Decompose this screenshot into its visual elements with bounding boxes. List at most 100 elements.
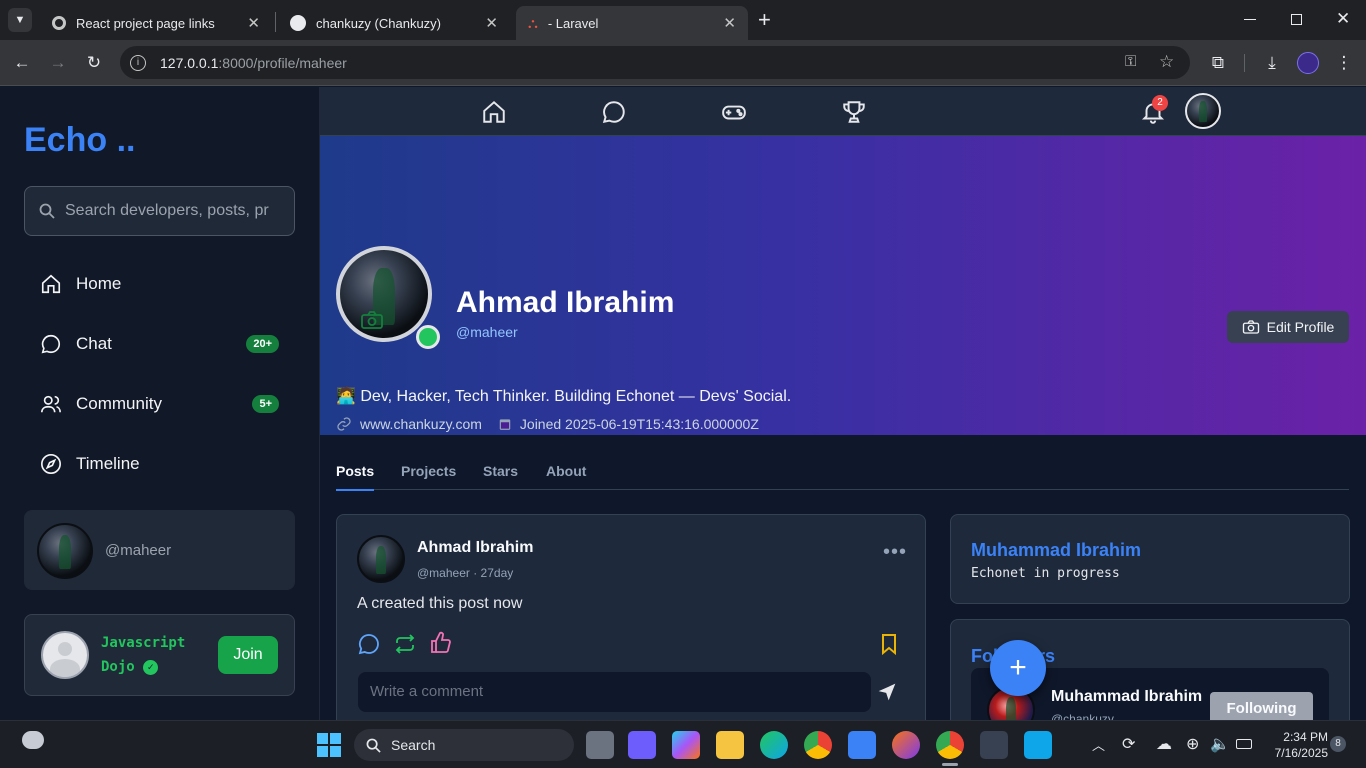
taskbar-search[interactable]: Search	[354, 729, 574, 761]
tray-chevron-icon[interactable]: ︿	[1092, 735, 1105, 754]
bookmark-star-icon[interactable]: ☆	[1159, 52, 1174, 72]
vscode-icon[interactable]	[1024, 731, 1052, 759]
close-icon[interactable]: ✕	[247, 14, 260, 32]
start-button[interactable]	[317, 733, 341, 757]
download-icon[interactable]: ⤓	[1260, 53, 1284, 73]
more-options-icon[interactable]: •••	[883, 541, 907, 564]
edge-icon[interactable]	[760, 731, 788, 759]
online-status-indicator	[416, 325, 440, 349]
volume-icon[interactable]: 🔈	[1210, 734, 1230, 754]
following-button[interactable]: Following	[1210, 692, 1313, 720]
community-card: Javascript Dojo ✓ Join	[24, 614, 295, 696]
profile-bio: 🧑‍💻 Dev, Hacker, Tech Thinker. Building …	[336, 388, 792, 405]
tray-apps-icon[interactable]: ⟳	[1122, 734, 1135, 754]
reload-icon[interactable]: ↻	[82, 53, 106, 73]
restore-icon[interactable]	[1291, 14, 1302, 25]
featured-user-name[interactable]: Muhammad Ibrahim	[971, 540, 1141, 561]
repost-icon[interactable]	[393, 632, 417, 656]
battery-icon[interactable]	[1236, 739, 1252, 749]
chat-count-badge: 20+	[246, 335, 279, 353]
home-icon[interactable]	[481, 99, 507, 125]
network-icon[interactable]: ⊕	[1186, 734, 1199, 754]
avatar[interactable]	[1185, 93, 1221, 129]
edit-profile-label: Edit Profile	[1266, 319, 1335, 335]
browser-tab-active[interactable]: ⛬ - Laravel ✕	[516, 6, 748, 40]
follower-handle: @chankuzy	[1051, 712, 1114, 720]
copilot-icon[interactable]	[672, 731, 700, 759]
profile-avatar-icon[interactable]	[1297, 52, 1319, 74]
notification-count-badge[interactable]: 8	[1330, 736, 1346, 752]
sidebar-item-chat[interactable]: Chat 20+	[24, 320, 295, 368]
comment-input[interactable]: Write a comment	[358, 672, 871, 712]
community-count-badge: 5+	[252, 395, 279, 413]
post-content: A created this post now	[357, 595, 523, 612]
post-meta: @maheer · 27day	[417, 566, 514, 580]
back-icon[interactable]: ←	[10, 53, 34, 73]
extensions-icon[interactable]: ⧉	[1206, 53, 1230, 73]
comment-icon[interactable]	[357, 632, 381, 656]
join-button[interactable]: Join	[218, 636, 278, 674]
app-logo[interactable]: Echo ..	[24, 121, 135, 160]
store-icon[interactable]	[848, 731, 876, 759]
follower-name: Muhammad Ibrahim	[1051, 688, 1203, 705]
sidebar-item-label: Chat	[76, 334, 112, 353]
gamepad-icon[interactable]	[721, 99, 747, 125]
tab-search-button[interactable]: ▼	[8, 8, 32, 32]
tab-about[interactable]: About	[546, 463, 586, 479]
bookmark-icon[interactable]	[877, 632, 901, 656]
sidebar-item-home[interactable]: Home	[24, 260, 295, 308]
search-icon	[39, 203, 55, 219]
edit-profile-button[interactable]: Edit Profile	[1227, 311, 1349, 343]
minimize-icon[interactable]	[1244, 19, 1256, 20]
password-key-icon[interactable]: ⚿	[1125, 53, 1136, 70]
sidebar-item-timeline[interactable]: Timeline	[24, 440, 295, 488]
avatar[interactable]	[357, 535, 405, 583]
close-icon[interactable]: ✕	[723, 14, 736, 32]
tab-stars[interactable]: Stars	[483, 463, 518, 479]
create-post-button[interactable]: +	[990, 640, 1046, 696]
menu-dots-icon[interactable]: ⋮	[1332, 53, 1356, 73]
firefox-icon[interactable]	[892, 731, 920, 759]
clock[interactable]: 2:34 PM 7/16/2025	[1262, 729, 1328, 761]
cloud-icon[interactable]: ☁	[1156, 734, 1172, 754]
terminal-icon[interactable]	[980, 731, 1008, 759]
send-icon[interactable]	[877, 682, 897, 702]
site-info-icon[interactable]: i	[130, 54, 146, 71]
joined-date: Joined 2025-06-19T15:43:16.000000Z	[519, 416, 759, 432]
like-icon[interactable]	[429, 631, 453, 655]
browser-tab[interactable]: React project page links ✕	[40, 6, 272, 40]
tab-posts[interactable]: Posts	[336, 463, 375, 491]
address-bar[interactable]: i 127.0.0.1:8000/profile/maheer ⚿ ☆	[120, 46, 1190, 79]
clock-date: 7/16/2025	[1274, 746, 1328, 760]
trophy-icon[interactable]	[841, 99, 867, 125]
browser-tab-bar: ▼ React project page links ✕ chankuzy (C…	[0, 0, 1366, 40]
chrome-profile-icon[interactable]	[936, 731, 964, 759]
weather-icon[interactable]	[22, 731, 44, 749]
task-view-icon[interactable]	[586, 731, 614, 759]
clock-time: 2:34 PM	[1283, 730, 1328, 744]
post-author[interactable]: Ahmad Ibrahim	[417, 539, 533, 557]
search-icon	[366, 738, 381, 753]
browser-tab[interactable]: chankuzy (Chankuzy) ✕	[278, 6, 510, 40]
forward-icon[interactable]: →	[46, 53, 70, 73]
new-tab-button[interactable]: +	[758, 8, 771, 32]
os-taskbar: Search ︿ ⟳ ☁ ⊕ 🔈 2:34 PM 7/16/2025 8	[0, 720, 1366, 768]
tab-title: React project page links	[76, 15, 215, 31]
close-window-icon[interactable]: ✕	[1336, 9, 1350, 29]
tab-projects[interactable]: Projects	[401, 463, 456, 479]
file-explorer-icon[interactable]	[716, 731, 744, 759]
tab-divider	[275, 12, 276, 32]
camera-icon[interactable]	[360, 310, 384, 330]
profile-name: Ahmad Ibrahim	[456, 286, 675, 319]
website-link[interactable]: www.chankuzy.com	[360, 416, 482, 432]
chrome-icon[interactable]	[804, 731, 832, 759]
meet-icon[interactable]	[628, 731, 656, 759]
current-user-card[interactable]: @maheer	[24, 510, 295, 590]
sidebar-item-community[interactable]: Community 5+	[24, 380, 295, 428]
close-icon[interactable]: ✕	[485, 14, 498, 32]
app-sidebar: Echo .. Search developers, posts, pr Hom…	[0, 87, 320, 720]
search-input[interactable]: Search developers, posts, pr	[24, 186, 295, 236]
sidebar-item-label: Community	[76, 394, 162, 413]
chat-icon[interactable]	[601, 99, 627, 125]
chrome-settings-icon	[52, 16, 66, 30]
